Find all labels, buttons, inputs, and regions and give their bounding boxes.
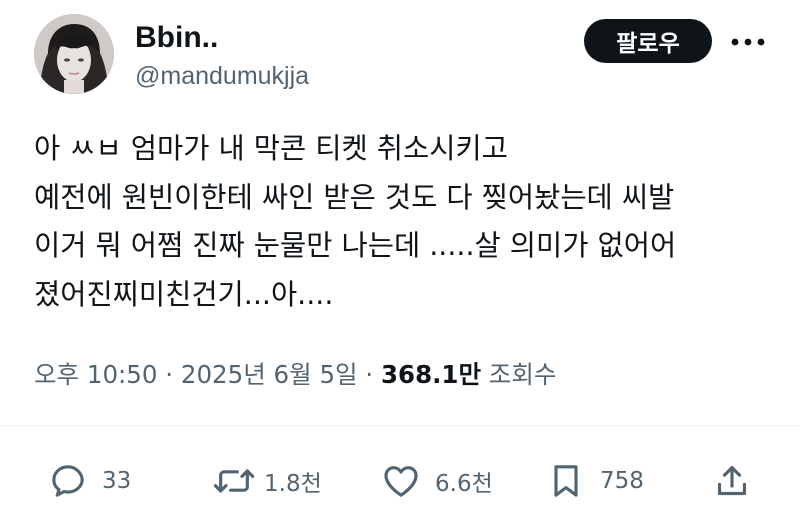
avatar[interactable] [34, 14, 114, 94]
view-count: 368.1만 [380, 360, 482, 389]
meta-separator: · [357, 360, 381, 389]
bookmark-icon [554, 465, 578, 497]
repost-count: 1.8천 [264, 471, 322, 497]
repost-button[interactable]: 1.8천 [212, 458, 322, 504]
display-name[interactable]: Bbin.. [135, 20, 218, 56]
like-count: 6.6천 [435, 471, 493, 497]
post-line: 아 ㅆㅂ 엄마가 내 막콘 티켓 취소시키고 [34, 132, 508, 165]
reply-count: 33 [102, 468, 132, 494]
share-icon [717, 466, 747, 496]
reply-button[interactable]: 33 [48, 458, 131, 504]
post-line: 졌어진찌미친건기...아.... [34, 277, 334, 311]
divider [0, 425, 800, 426]
post-date[interactable]: 2025년 6월 5일 [181, 360, 358, 389]
more-dots-icon [731, 38, 765, 46]
reply-icon [52, 465, 84, 497]
avatar-image [34, 14, 114, 94]
post-text: 아 ㅆㅂ 엄마가 내 막콘 티켓 취소시키고 예전에 원빈이한테 싸인 받은 것… [34, 125, 779, 319]
user-handle[interactable]: @mandumukjja [135, 60, 309, 92]
repost-icon [213, 469, 255, 493]
views-label: 조회수 [481, 360, 557, 389]
heart-icon [384, 466, 418, 497]
bookmark-count: 758 [600, 468, 644, 494]
follow-button[interactable]: 팔로우 [584, 19, 712, 63]
more-options-button[interactable] [728, 26, 768, 58]
meta-separator: · [157, 360, 181, 389]
post-time[interactable]: 오후 10:50 [34, 360, 157, 389]
post-meta: 오후 10:50 · 2025년 6월 5일 · 368.1만 조회수 [34, 357, 556, 393]
share-button[interactable] [712, 458, 752, 504]
like-button[interactable]: 6.6천 [381, 458, 493, 504]
bookmark-button[interactable]: 758 [546, 458, 644, 504]
post-line: 예전에 원빈이한테 싸인 받은 것도 다 찢어놨는데 씨발 [34, 180, 675, 214]
post-line: 이거 뭐 어쩜 진짜 눈물만 나는데 .....살 의미가 없어어 [34, 229, 677, 262]
